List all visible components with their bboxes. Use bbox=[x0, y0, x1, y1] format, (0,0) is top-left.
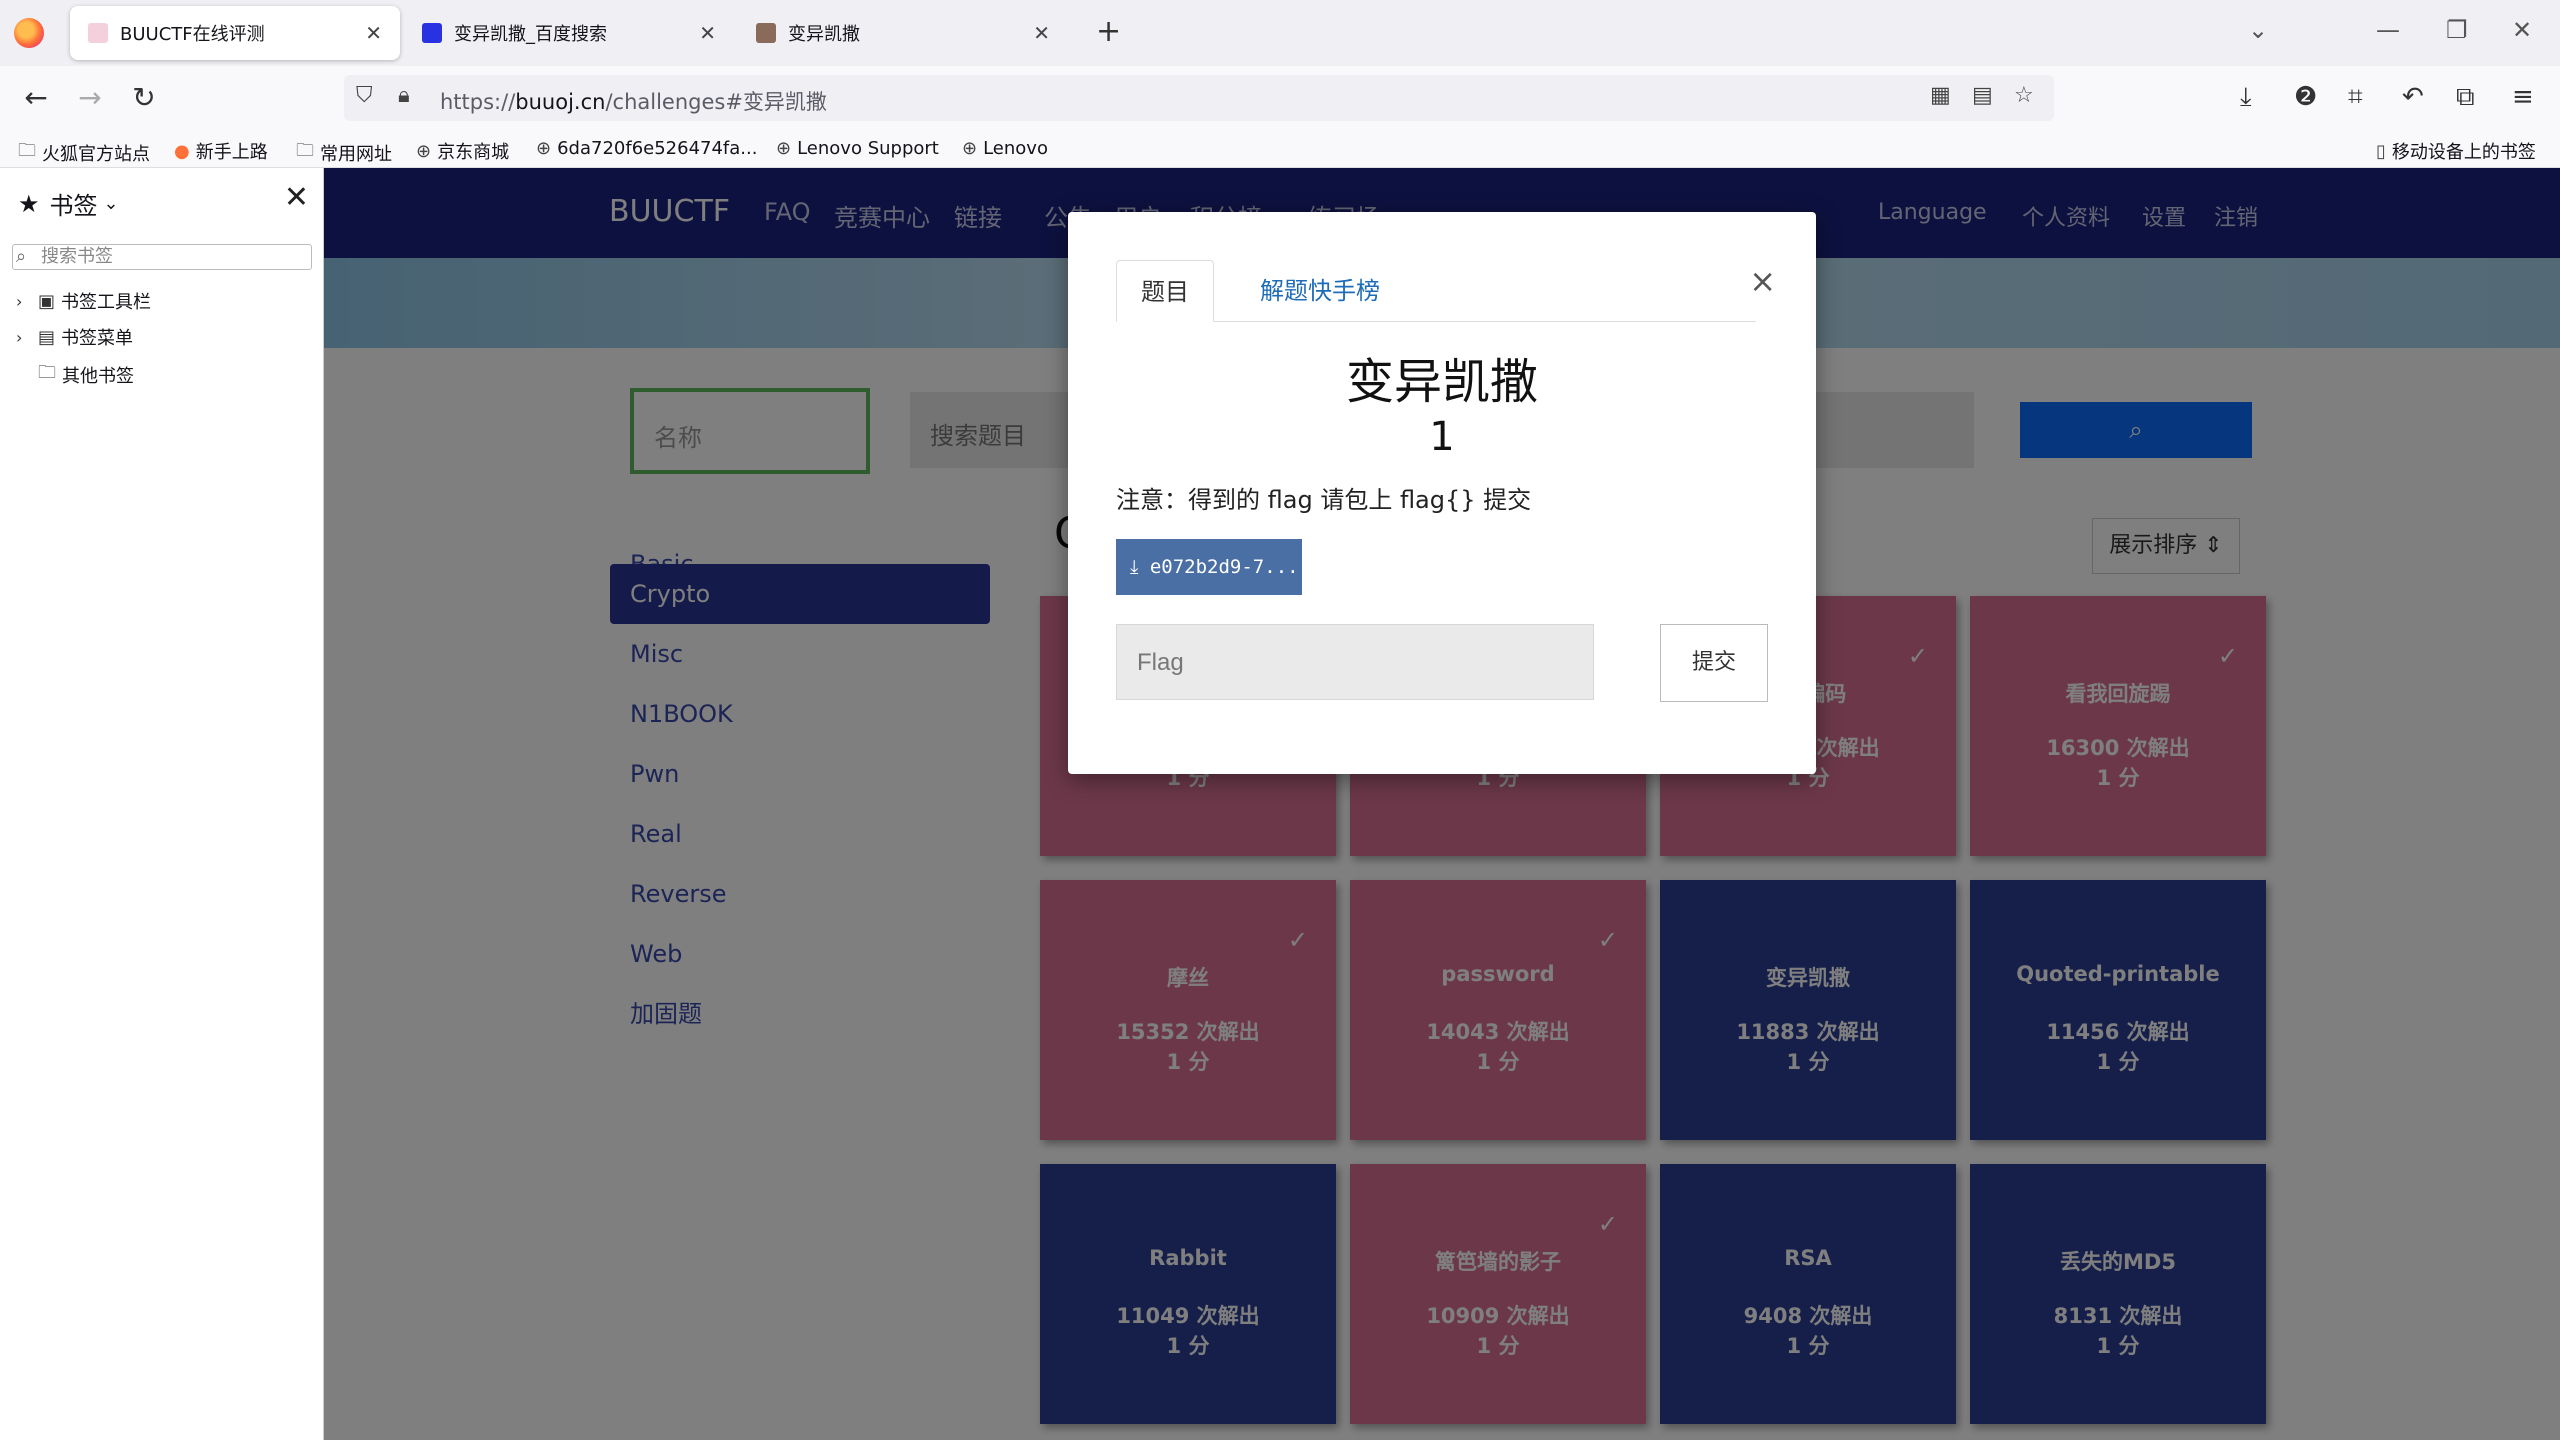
close-tab-icon[interactable]: ✕ bbox=[699, 21, 716, 45]
bookmark-item[interactable]: ⊕ Lenovo Support bbox=[776, 138, 939, 159]
close-sidebar-icon[interactable]: ✕ bbox=[284, 180, 309, 215]
bookmarks-toolbar: 🗀 火狐官方站点 ● 新手上路 🗀 常用网址 ⊕ 京东商城 ⊕ 6da720f6e5264… bbox=[0, 130, 2560, 168]
tab-challenge-info[interactable]: 题目 bbox=[1116, 260, 1214, 322]
bookmark-item[interactable]: ⊕ Lenovo bbox=[962, 138, 1048, 159]
tab-buuctf[interactable]: BUUCTF在线评测 ✕ bbox=[70, 6, 400, 60]
sidebar-item-menu[interactable]: › ▤ 书签菜单 bbox=[16, 324, 133, 350]
reload-icon[interactable]: ↻ bbox=[126, 80, 162, 116]
url-text[interactable]: https://buuoj.cn/challenges#变异凯撒 bbox=[440, 86, 827, 116]
globe-icon: ⊕ bbox=[962, 138, 978, 159]
close-window-button[interactable]: ✕ bbox=[2512, 16, 2532, 44]
toolbar-folder-icon: ▣ bbox=[38, 290, 56, 312]
page-favicon-icon bbox=[756, 23, 776, 43]
chevron-right-icon[interactable]: › bbox=[16, 328, 32, 347]
menu-folder-icon: ▤ bbox=[38, 326, 56, 348]
navigation-toolbar: ← → ↻ ⛉ 🔒︎ https://buuoj.cn/challenges#变… bbox=[0, 66, 2560, 130]
bookmark-item[interactable]: 🗀 常用网址 bbox=[296, 138, 392, 168]
attachment-download-button[interactable]: ⤓ e072b2d9-7... bbox=[1116, 539, 1302, 595]
chevron-right-icon[interactable]: › bbox=[16, 292, 32, 311]
sidebar-item-toolbar[interactable]: › ▣ 书签工具栏 bbox=[16, 288, 151, 314]
forward-icon[interactable]: → bbox=[72, 80, 108, 116]
extensions-icon[interactable]: ⧉ bbox=[2456, 82, 2475, 113]
bookmark-search-input[interactable]: 搜索书签 bbox=[12, 244, 312, 270]
back-icon[interactable]: ← bbox=[18, 80, 54, 116]
bookmark-item[interactable]: ⊕ 京东商城 bbox=[416, 138, 509, 164]
bookmark-item[interactable]: ● 新手上路 bbox=[174, 138, 268, 164]
url-bar[interactable]: ⛉ 🔒︎ https://buuoj.cn/challenges#变异凯撒 ▦ … bbox=[344, 75, 2054, 121]
challenge-modal: 题目 解题快手榜 × 变异凯撒 1 注意：得到的 flag 请包上 flag{}… bbox=[1068, 212, 1816, 774]
download-icon: ⤓ bbox=[1130, 556, 1139, 578]
screenshot-crop-icon[interactable]: ⌗ bbox=[2348, 82, 2363, 113]
modal-tabs: 题目 解题快手榜 bbox=[1116, 260, 1756, 322]
flag-input[interactable]: Flag bbox=[1116, 624, 1594, 700]
firefox-menu-icon[interactable] bbox=[14, 18, 44, 48]
sidebar-item-other[interactable]: 🗀 其他书签 bbox=[16, 360, 134, 390]
star-icon: ★ bbox=[18, 189, 40, 218]
close-tab-icon[interactable]: ✕ bbox=[365, 21, 382, 45]
minimize-button[interactable]: — bbox=[2376, 16, 2400, 44]
app-menu-icon[interactable]: ≡ bbox=[2512, 82, 2534, 112]
submit-button[interactable]: 提交 bbox=[1660, 624, 1768, 702]
firefox-icon: ● bbox=[174, 140, 190, 162]
sidebar-switcher[interactable]: ★ 书签 ⌄ bbox=[18, 186, 119, 221]
baidu-favicon-icon bbox=[422, 23, 442, 43]
bookmark-star-icon[interactable]: ☆ bbox=[2014, 83, 2034, 108]
tab-label: 变异凯撒_百度搜索 bbox=[454, 24, 607, 45]
tab-label: BUUCTF在线评测 bbox=[120, 24, 265, 45]
chevron-down-icon: ⌄ bbox=[103, 193, 119, 214]
bookmark-item[interactable]: ⊕ 6da720f6e526474fa... bbox=[536, 138, 757, 159]
challenge-value: 1 bbox=[1429, 414, 1455, 460]
tab-fastest-solves[interactable]: 解题快手榜 bbox=[1236, 260, 1404, 322]
reader-view-icon[interactable]: ▤ bbox=[1972, 83, 1993, 108]
tab-label: 变异凯撒 bbox=[788, 24, 860, 45]
lock-icon[interactable]: 🔒︎ bbox=[398, 83, 410, 108]
buuctf-favicon-icon bbox=[88, 23, 108, 43]
folder-icon: 🗀 bbox=[296, 140, 314, 161]
close-tab-icon[interactable]: ✕ bbox=[1033, 21, 1050, 45]
undo-icon[interactable]: ↶ bbox=[2402, 82, 2424, 112]
mobile-device-icon: ▯ bbox=[2376, 140, 2386, 162]
restore-button[interactable]: ❐ bbox=[2446, 16, 2468, 44]
close-modal-icon[interactable]: × bbox=[1749, 262, 1776, 300]
downloads-icon[interactable]: ⤓ bbox=[2240, 82, 2252, 113]
tracking-protection-shield-icon[interactable]: ⛉ bbox=[356, 83, 373, 108]
bookmarks-sidebar: ★ 书签 ⌄ ✕ ⌕ 搜索书签 › ▣ 书签工具栏 › ▤ 书签菜单 🗀 其他书… bbox=[0, 168, 324, 1440]
tab-challenge[interactable]: 变异凯撒 ✕ bbox=[738, 6, 1068, 60]
flag-format-note: 注意：得到的 flag 请包上 flag{} 提交 bbox=[1116, 486, 1532, 514]
new-tab-button[interactable]: + bbox=[1096, 14, 1121, 49]
qr-code-icon[interactable]: ▦ bbox=[1930, 83, 1951, 108]
bookmark-item[interactable]: 🗀 火狐官方站点 bbox=[18, 138, 150, 168]
account-icon[interactable]: ❷ bbox=[2294, 82, 2317, 112]
folder-icon: 🗀 bbox=[38, 362, 56, 383]
mobile-bookmarks[interactable]: ▯ 移动设备上的书签 bbox=[2376, 138, 2536, 164]
challenge-title: 变异凯撒 bbox=[1345, 354, 1538, 410]
globe-icon: ⊕ bbox=[776, 138, 792, 159]
tab-bar: BUUCTF在线评测 ✕ 变异凯撒_百度搜索 ✕ 变异凯撒 ✕ + ⌄ — ❐ … bbox=[0, 0, 2560, 66]
list-all-tabs-icon[interactable]: ⌄ bbox=[2248, 16, 2268, 44]
globe-icon: ⊕ bbox=[536, 138, 552, 159]
tab-baidu-search[interactable]: 变异凯撒_百度搜索 ✕ bbox=[404, 6, 734, 60]
folder-icon: 🗀 bbox=[18, 140, 36, 161]
globe-icon: ⊕ bbox=[416, 140, 432, 162]
